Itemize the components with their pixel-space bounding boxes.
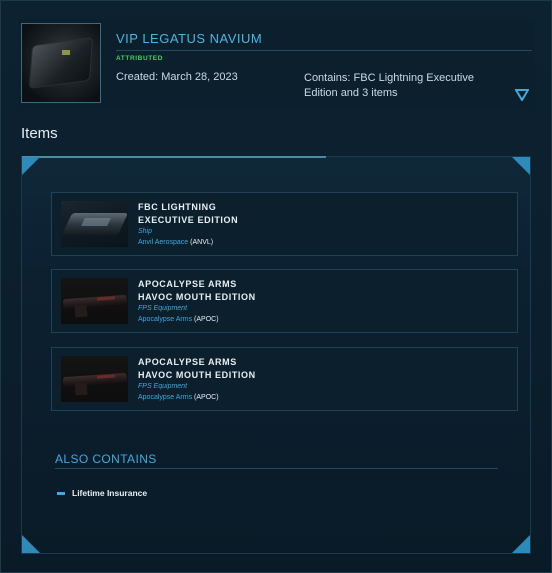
item-card[interactable]: FBC LIGHTNING EXECUTIVE EDITION Ship Anv… bbox=[51, 192, 518, 256]
item-name: APOCALYPSE ARMS HAVOC MOUTH EDITION bbox=[138, 356, 338, 382]
weapon-grip bbox=[74, 304, 88, 318]
pledge-title: VIP LEGATUS NAVIUM bbox=[116, 31, 263, 46]
item-name-line: EXECUTIVE EDITION bbox=[138, 215, 239, 225]
created-date: Created: March 28, 2023 bbox=[116, 71, 238, 83]
corner-bracket-icon bbox=[21, 156, 41, 176]
items-panel: FBC LIGHTNING EXECUTIVE EDITION Ship Anv… bbox=[21, 156, 531, 554]
item-name-line: APOCALYPSE ARMS bbox=[138, 357, 237, 367]
status-badge: ATTRIBUTED bbox=[116, 55, 164, 62]
panel-top-bar bbox=[22, 156, 326, 158]
corner-bracket-icon bbox=[511, 534, 531, 554]
item-card[interactable]: APOCALYPSE ARMS HAVOC MOUTH EDITION FPS … bbox=[51, 269, 518, 333]
weapon-body bbox=[62, 372, 128, 389]
item-name-line: APOCALYPSE ARMS bbox=[138, 279, 237, 289]
manufacturer-code: (APOC) bbox=[194, 316, 219, 323]
ship-canopy bbox=[81, 218, 111, 226]
corner-bracket-icon bbox=[21, 534, 41, 554]
item-type: FPS Equipment bbox=[138, 383, 188, 390]
bullet-icon bbox=[57, 492, 65, 495]
ship-silhouette bbox=[29, 38, 93, 88]
item-name-line: HAVOC MOUTH EDITION bbox=[138, 370, 256, 380]
item-manufacturer: Anvil Aerospace (ANVL) bbox=[138, 239, 213, 246]
manufacturer-name: Anvil Aerospace bbox=[138, 239, 189, 246]
ship-light bbox=[62, 50, 70, 55]
manufacturer-name: Apocalypse Arms bbox=[138, 316, 193, 323]
item-type: FPS Equipment bbox=[138, 305, 188, 312]
item-thumbnail bbox=[61, 201, 128, 247]
item-thumbnail bbox=[61, 278, 128, 324]
item-thumbnail bbox=[61, 356, 128, 402]
item-name: FBC LIGHTNING EXECUTIVE EDITION bbox=[138, 201, 338, 227]
manufacturer-code: (APOC) bbox=[194, 394, 219, 401]
triangle-down-icon bbox=[515, 89, 529, 101]
expand-toggle[interactable] bbox=[515, 89, 529, 101]
item-type: Ship bbox=[138, 228, 153, 235]
item-manufacturer: Apocalypse Arms (APOC) bbox=[138, 394, 219, 401]
item-card[interactable]: APOCALYPSE ARMS HAVOC MOUTH EDITION FPS … bbox=[51, 347, 518, 411]
divider bbox=[116, 50, 532, 51]
item-name-line: HAVOC MOUTH EDITION bbox=[138, 292, 256, 302]
item-manufacturer: Apocalypse Arms (APOC) bbox=[138, 316, 219, 323]
pledge-window: VIP LEGATUS NAVIUM ATTRIBUTED Created: M… bbox=[0, 0, 552, 573]
weapon-body bbox=[62, 294, 128, 311]
also-contains-item: Lifetime Insurance bbox=[72, 488, 148, 498]
weapon-grip bbox=[74, 382, 88, 396]
manufacturer-name: Apocalypse Arms bbox=[138, 394, 193, 401]
divider bbox=[55, 468, 498, 469]
manufacturer-code: (ANVL) bbox=[190, 239, 214, 246]
pledge-thumbnail bbox=[21, 23, 101, 103]
item-name: APOCALYPSE ARMS HAVOC MOUTH EDITION bbox=[138, 278, 338, 304]
item-name-line: FBC LIGHTNING bbox=[138, 202, 217, 212]
pledge-header: VIP LEGATUS NAVIUM ATTRIBUTED Created: M… bbox=[19, 19, 535, 107]
items-heading: Items bbox=[21, 125, 58, 142]
corner-bracket-icon bbox=[511, 156, 531, 176]
also-contains-heading: ALSO CONTAINS bbox=[55, 452, 157, 466]
contains-summary: Contains: FBC Lightning Executive Editio… bbox=[304, 72, 474, 99]
